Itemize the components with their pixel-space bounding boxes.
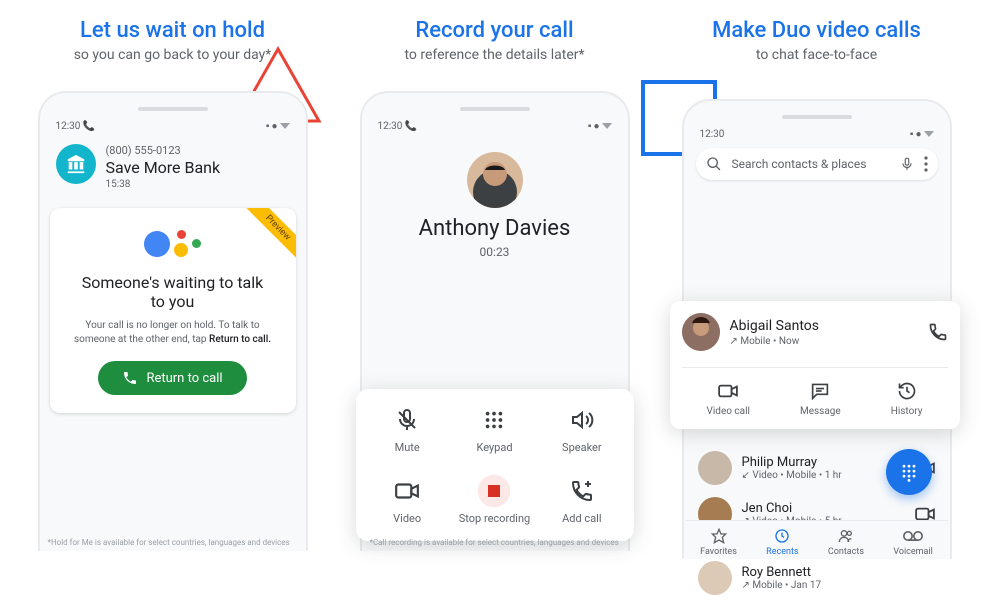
history-action[interactable]: History	[891, 380, 923, 417]
contact-avatar	[682, 313, 720, 351]
panel-title: Record your call	[337, 18, 652, 43]
caller-info: (800) 555-0123 Save More Bank 15:38	[50, 138, 296, 200]
panel-title: Make Duo video calls	[659, 18, 974, 43]
phone-icon	[122, 370, 138, 386]
call-timer: 00:23	[372, 245, 618, 259]
phone-icon[interactable]	[928, 322, 948, 342]
call-controls: Mute Keypad Speaker Video Stop recording	[356, 389, 634, 541]
add-call-icon	[570, 479, 594, 503]
card-title: Someone's waiting to talk to you	[64, 273, 282, 311]
panel-title: Let us wait on hold	[15, 18, 330, 43]
call-name: Anthony Davies	[372, 216, 618, 241]
add-call-button[interactable]: Add call	[538, 476, 625, 525]
nav-contacts[interactable]: Contacts	[828, 527, 864, 557]
stop-recording-button[interactable]: Stop recording	[451, 476, 538, 525]
speaker-slot	[782, 115, 852, 119]
contact-card: Abigail Santos ↗ Mobile • Now Video call…	[670, 301, 960, 429]
nav-recents[interactable]: Recents	[766, 527, 798, 557]
building-icon	[56, 144, 96, 184]
phone-frame: 12:30 📞 ▪● (800) 555-0123 Save More Bank…	[38, 91, 308, 551]
speaker-icon	[570, 408, 594, 432]
caller-number: (800) 555-0123	[106, 144, 221, 157]
avatar	[698, 451, 732, 485]
status-bar: 12:30 ▪●	[694, 127, 940, 146]
caller-avatar	[467, 152, 523, 208]
speaker-slot	[138, 107, 208, 111]
status-bar: 12:30 📞 ▪●	[372, 119, 618, 138]
panel-subtitle: to chat face-to-face	[659, 47, 974, 63]
status-bar: 12:30 📞 ▪●	[50, 119, 296, 138]
button-label: Return to call	[146, 371, 222, 386]
hold-card: Preview Someone's waiting to talk to you…	[50, 208, 296, 413]
message-action[interactable]: Message	[800, 380, 841, 417]
history-icon	[897, 381, 917, 401]
phone-frame: 12:30 📞 ▪● Anthony Davies 00:23 Mute Key…	[360, 91, 630, 551]
video-icon	[394, 481, 420, 501]
mic-off-icon	[395, 408, 419, 432]
footnote: *Hold for Me is available for select cou…	[48, 538, 290, 547]
contact-sub: ↗ Mobile • Now	[730, 336, 918, 347]
message-icon	[810, 382, 830, 400]
video-button[interactable]: Video	[364, 476, 451, 525]
speaker-button[interactable]: Speaker	[538, 405, 625, 454]
dialpad-icon	[899, 462, 919, 482]
return-to-call-button[interactable]: Return to call	[98, 361, 246, 395]
contact-name: Abigail Santos	[730, 318, 918, 334]
nav-favorites[interactable]: Favorites	[700, 527, 737, 557]
dialpad-fab[interactable]	[886, 449, 932, 495]
speaker-slot	[460, 107, 530, 111]
caller-time: 15:38	[106, 179, 221, 190]
nav-voicemail[interactable]: Voicemail	[893, 527, 933, 557]
keypad-button[interactable]: Keypad	[451, 405, 538, 454]
card-message: Your call is no longer on hold. To talk …	[68, 319, 278, 347]
mute-button[interactable]: Mute	[364, 405, 451, 454]
video-icon	[717, 383, 739, 399]
search-placeholder: Search contacts & places	[732, 157, 890, 171]
footnote: *Call recording is available for select …	[370, 538, 619, 547]
caller-name: Save More Bank	[106, 158, 221, 177]
phone-frame: 12:30 ▪● Search contacts & places Abigai…	[682, 99, 952, 559]
avatar	[698, 561, 732, 595]
record-icon	[475, 472, 513, 510]
panel-subtitle: to reference the details later*	[337, 47, 652, 63]
list-item[interactable]: Roy Bennett↗ Mobile • Jan 17	[694, 555, 940, 601]
bottom-nav: Favorites Recents Contacts Voicemail	[686, 520, 948, 559]
search-bar[interactable]: Search contacts & places	[696, 148, 938, 180]
search-icon	[706, 156, 722, 172]
mic-icon[interactable]	[900, 156, 914, 172]
more-icon[interactable]	[924, 156, 928, 172]
assistant-logo	[64, 230, 282, 257]
video-call-action[interactable]: Video call	[707, 380, 750, 417]
keypad-icon	[483, 409, 505, 431]
